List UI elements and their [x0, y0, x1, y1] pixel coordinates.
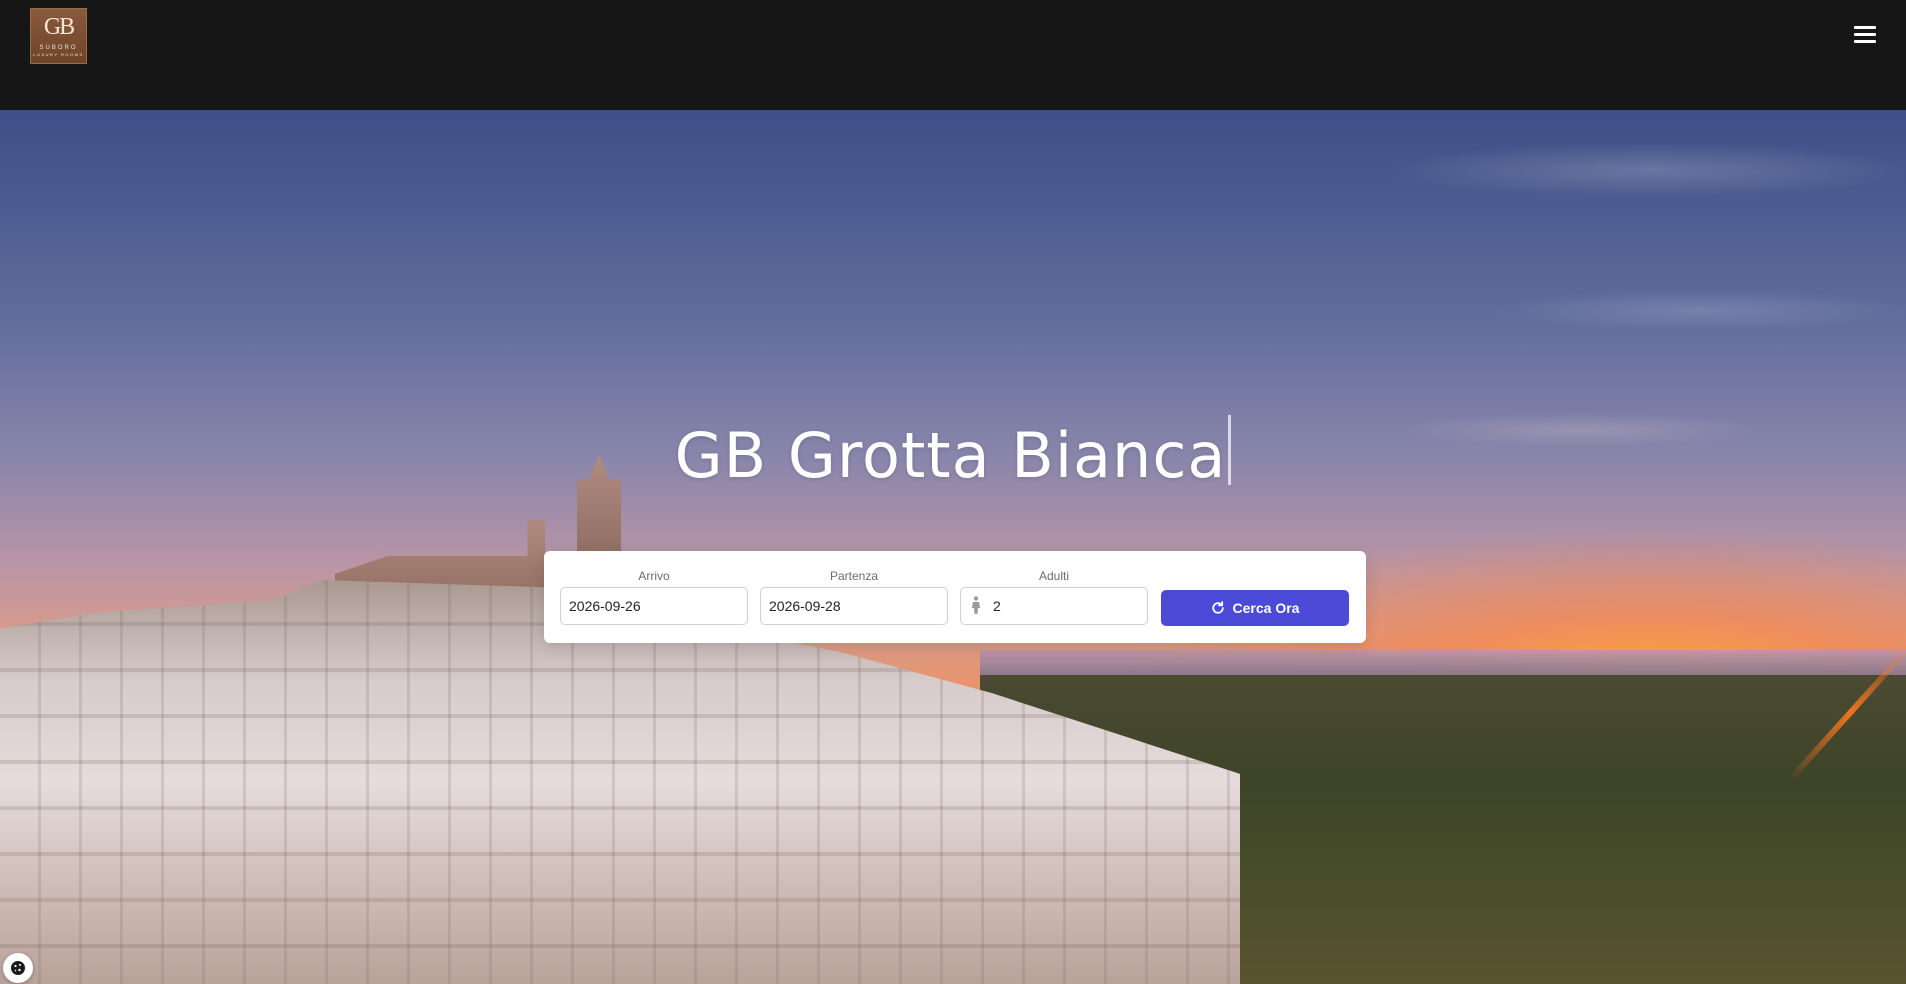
typing-cursor — [1228, 415, 1232, 485]
cookie-icon — [11, 961, 25, 975]
cookie-settings-button[interactable] — [3, 953, 33, 983]
booking-form: Arrivo Partenza Adulti Cerca Ora — [544, 551, 1366, 643]
hero-title: GB Grotta Bianca — [674, 419, 1227, 492]
arrival-field: Arrivo — [560, 569, 748, 625]
brand-logo[interactable]: GB SUBORO LUXURY ROOMS — [30, 8, 87, 64]
search-button-label: Cerca Ora — [1232, 600, 1300, 616]
person-icon — [972, 596, 980, 614]
site-header: GB SUBORO LUXURY ROOMS — [0, 0, 1906, 110]
hamburger-menu-icon[interactable] — [1854, 26, 1876, 46]
menu-bar — [1854, 33, 1876, 36]
adults-label: Adulti — [1038, 569, 1070, 583]
refresh-icon — [1211, 601, 1224, 614]
logo-line-2: LUXURY ROOMS — [33, 52, 84, 57]
arrival-label: Arrivo — [638, 569, 670, 583]
departure-date-input[interactable] — [760, 587, 948, 625]
arrival-date-input[interactable] — [560, 587, 748, 625]
adults-field: Adulti — [960, 569, 1148, 625]
search-now-button[interactable]: Cerca Ora — [1161, 590, 1349, 626]
menu-bar — [1854, 40, 1876, 43]
logo-line-1: SUBORO — [39, 45, 78, 51]
hero-banner — [0, 110, 1906, 984]
departure-label: Partenza — [829, 569, 879, 583]
hero-title-wrap: GB Grotta Bianca — [0, 415, 1906, 496]
adults-input[interactable] — [960, 587, 1148, 625]
logo-monogram: GB — [43, 14, 75, 40]
menu-bar — [1854, 26, 1876, 29]
departure-field: Partenza — [760, 569, 948, 625]
